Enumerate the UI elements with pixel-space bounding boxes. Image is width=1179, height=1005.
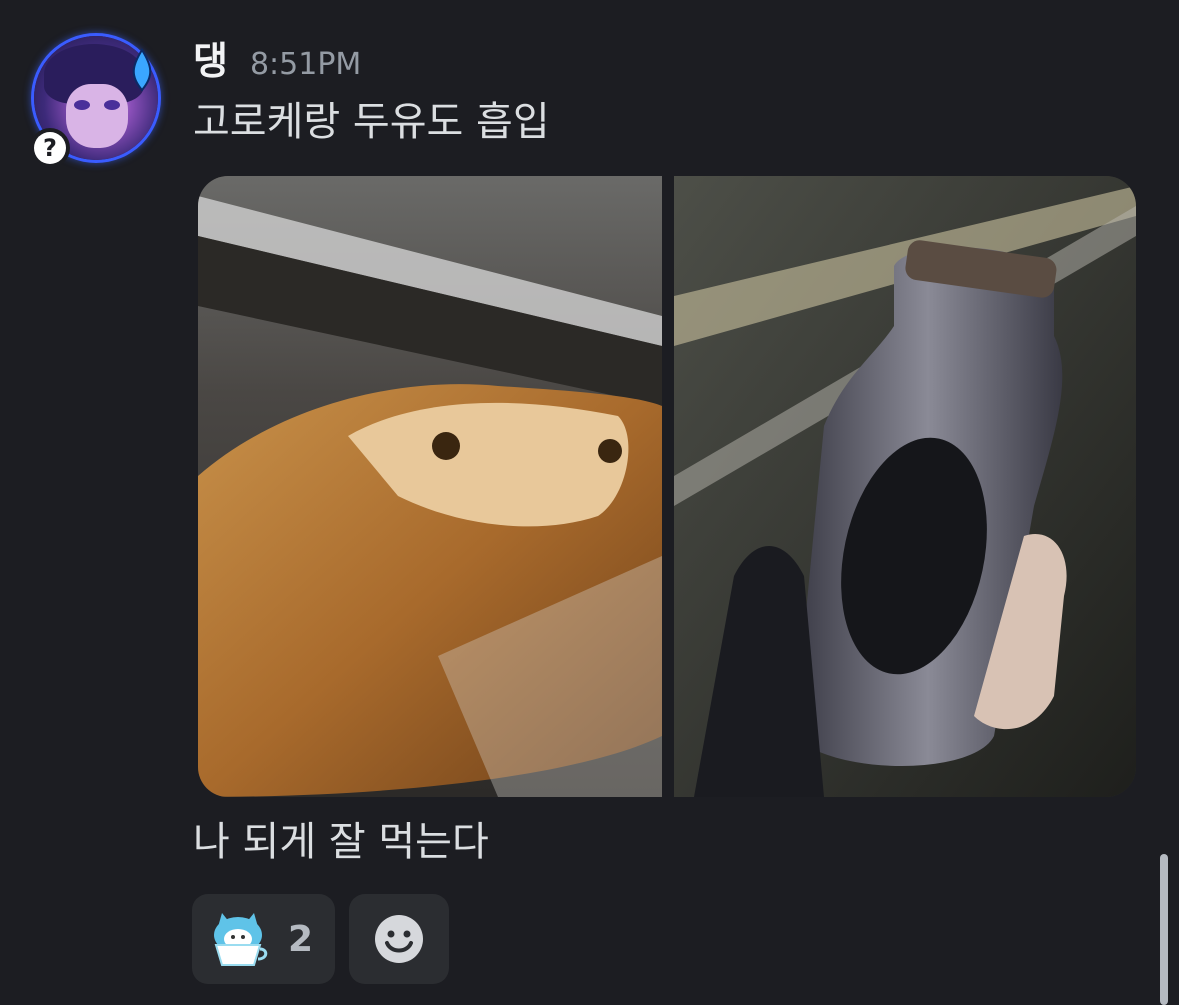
- image-gallery: [198, 176, 1136, 797]
- croquette-photo[interactable]: [198, 176, 662, 797]
- user-avatar[interactable]: ?: [30, 32, 164, 168]
- croquette-photo-image: [198, 176, 662, 797]
- soy-milk-bottle-photo-image: [674, 176, 1136, 797]
- chat-message: ? 댕 8:51PM 고로케랑 두유도 흡입 나 되게 잘 먹는다 2: [0, 0, 1179, 1005]
- message-header: 댕 8:51PM: [193, 30, 361, 90]
- reaction-cat-teacup[interactable]: 2: [192, 894, 335, 984]
- message-text: 고로케랑 두유도 흡입: [193, 99, 550, 145]
- timestamp: 8:51PM: [249, 47, 362, 82]
- soy-milk-bottle-photo[interactable]: [674, 176, 1136, 797]
- reaction-count: 2: [288, 918, 314, 960]
- followup-message-text: 나 되게 잘 먹는다: [193, 819, 489, 865]
- smiley-face-icon: [375, 915, 423, 963]
- scrollbar[interactable]: [1160, 854, 1168, 1005]
- username[interactable]: 댕: [193, 30, 228, 85]
- sweat-drop-icon: [132, 48, 152, 92]
- status-badge: ?: [30, 128, 70, 168]
- question-mark-icon: ?: [34, 132, 66, 164]
- cat-in-teacup-emoji: [214, 913, 268, 966]
- add-reaction-button[interactable]: [349, 894, 449, 984]
